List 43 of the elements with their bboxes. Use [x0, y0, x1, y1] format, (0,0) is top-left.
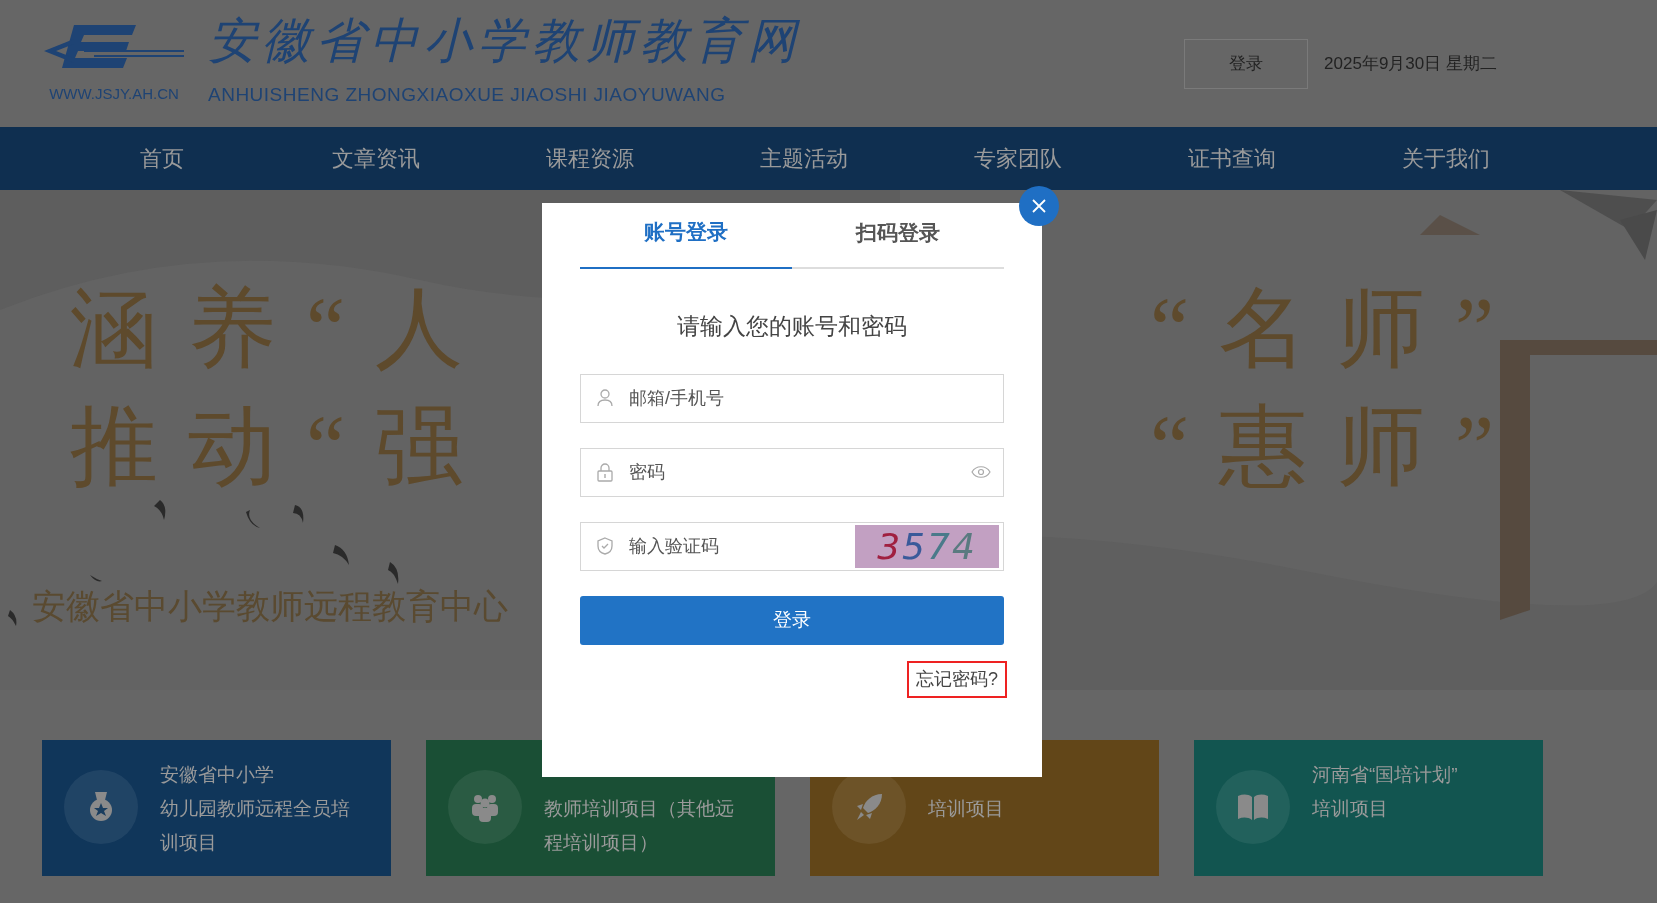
- card-text: 教师培训项目（其他远: [544, 797, 734, 821]
- site-title: 安徽省中小学教师教育网: [208, 17, 802, 66]
- site-url: WWW.JSJY.AH.CN: [49, 84, 179, 105]
- slogan-text: 涵养“人: [70, 279, 494, 379]
- medal-icon: [87, 792, 115, 822]
- nav-link[interactable]: 证书查询: [1125, 142, 1339, 175]
- slogan-text: “名师”: [1150, 279, 1525, 379]
- slogan-text: 推动“强: [70, 397, 494, 497]
- nav-link[interactable]: 首页: [55, 142, 269, 175]
- nav-link[interactable]: 主题活动: [697, 142, 911, 175]
- user-icon: [597, 389, 613, 407]
- slogan-text: “惠师”: [1150, 397, 1525, 497]
- lock-icon: [597, 462, 613, 482]
- nav-link[interactable]: 课程资源: [483, 142, 697, 175]
- card-text: 幼儿园教师远程全员培: [160, 797, 350, 821]
- tab[interactable]: 扫码登录: [792, 203, 1004, 269]
- card-text: 训项目: [160, 831, 218, 855]
- site-subtitle: ANHUISHENG ZHONGXIAOXUE JIAOSHI JIAOYUWANG: [208, 83, 727, 108]
- date-text: 2025年9月30日 星期二: [1324, 52, 1497, 75]
- tab[interactable]: 账号登录: [580, 203, 792, 269]
- card-text: 河南省“国培计划”: [1312, 763, 1458, 787]
- nav-link[interactable]: 文章资讯: [269, 142, 483, 175]
- card-text: 培训项目: [1312, 797, 1389, 821]
- login-button[interactable]: 登录: [1184, 38, 1309, 89]
- project-card[interactable]: 河南省“国培计划” 培训项目: [1194, 740, 1543, 876]
- dialog-heading: 请输入您的账号和密码: [676, 312, 908, 341]
- card-text: 程培训项目）: [544, 831, 659, 855]
- captcha-code[interactable]: 3574: [855, 524, 999, 568]
- people-icon: [470, 792, 500, 822]
- shield-icon: [597, 537, 613, 555]
- forgot-password-link[interactable]: 忘记密码?: [907, 660, 1007, 698]
- nav-link[interactable]: 专家团队: [911, 142, 1125, 175]
- login-submit-button[interactable]: 登录: [580, 595, 1004, 645]
- captcha-field[interactable]: 输入验证码 3574: [580, 521, 1004, 571]
- card-text: 安徽省中小学: [160, 763, 275, 787]
- nav-link[interactable]: 关于我们: [1339, 142, 1553, 175]
- project-card[interactable]: 安徽省中小学 幼儿园教师远程全员培 训项目: [42, 740, 391, 876]
- rocket-icon: [854, 792, 884, 822]
- book-icon: [1236, 793, 1270, 821]
- card-text: 培训项目: [928, 797, 1004, 821]
- password-field[interactable]: 密码: [580, 447, 1004, 497]
- close-icon: [1032, 199, 1046, 213]
- account-field[interactable]: 邮箱/手机号: [580, 373, 1004, 423]
